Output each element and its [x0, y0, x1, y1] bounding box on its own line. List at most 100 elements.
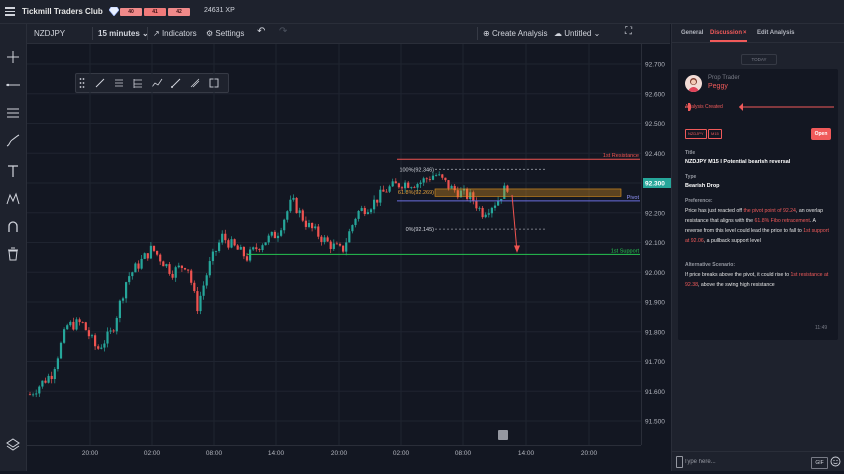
tab-discussion[interactable]: Discussion [710, 30, 742, 36]
candle-body [484, 214, 487, 218]
candle-body [298, 210, 301, 214]
create-analysis-button[interactable]: ⊕ Create Analysis [483, 29, 548, 38]
undo-icon[interactable]: ↶ [257, 26, 265, 37]
brush-icon[interactable] [4, 132, 22, 150]
plus-icon: ⊕ [483, 29, 490, 38]
candle-body [72, 321, 75, 330]
fib-618-label: 61.8%(92.269) [398, 190, 434, 196]
candle-body [493, 205, 497, 208]
candle-body [478, 207, 481, 209]
time-tick-label: 20:00 [581, 450, 598, 457]
layers-icon[interactable] [4, 436, 22, 454]
trash-icon[interactable] [4, 245, 22, 263]
candle-body [94, 335, 97, 347]
author-name[interactable]: Peggy [708, 83, 728, 90]
chart-canvas[interactable]: 1st Resistance Pivot 1st Support 100%(92.34… [27, 44, 641, 445]
preference-label: Preference: [685, 198, 713, 204]
candle-body [388, 186, 391, 192]
title-label: Title [685, 150, 696, 156]
interval-selector[interactable]: 15 minutes ⌄ [98, 29, 149, 38]
candle-body [125, 282, 128, 299]
close-icon[interactable]: × [743, 30, 747, 36]
projection-arrowhead [514, 245, 520, 253]
candle-body [435, 175, 438, 176]
candle-body [351, 225, 354, 232]
price-tick-label: 92.700 [645, 62, 665, 69]
time-tick-label: 08:00 [206, 450, 223, 457]
indicators-icon: ↗ [153, 29, 160, 38]
candle-body [171, 273, 174, 278]
open-button[interactable]: Open [811, 128, 831, 140]
tab-edit-analysis[interactable]: Edit Analysis [757, 30, 794, 36]
tab-general[interactable]: General [681, 30, 703, 36]
price-axis-canvas[interactable]: 92.700 92.600 92.500 92.400 92.300 92.200 92.1… [642, 44, 671, 445]
magnet-icon[interactable] [4, 218, 22, 236]
candle-body [28, 394, 32, 396]
attach-icon[interactable] [676, 456, 683, 468]
reply-input[interactable] [684, 456, 804, 468]
price-chart[interactable]: 1st Resistance Pivot 1st Support 100%(92.34… [27, 44, 641, 445]
candle-body [165, 264, 168, 267]
gear-icon: ⚙ [206, 29, 214, 38]
candle-body [385, 191, 388, 193]
menu-icon[interactable] [5, 7, 15, 16]
candle-body [428, 179, 431, 180]
candle-body [419, 182, 422, 185]
price-tick-label: 91.600 [645, 389, 665, 396]
indicators-button[interactable]: ↗ Indicators [153, 29, 197, 38]
candle-body [90, 335, 94, 337]
price-tick-label: 92.500 [645, 121, 665, 128]
candle-body [183, 268, 187, 270]
club-name[interactable]: Tickmill Traders Club [22, 7, 103, 16]
candle-body [425, 178, 428, 180]
xp-bar: 40 [120, 8, 142, 16]
pivot-label: Pivot [627, 195, 640, 201]
time-tick-label: 02:00 [144, 450, 161, 457]
resistance-label: 1st Resistance [603, 153, 639, 159]
gif-button[interactable]: GIF [811, 457, 828, 469]
candle-body [131, 272, 134, 277]
candle-body [106, 331, 109, 344]
candle-body [270, 231, 273, 236]
crosshair-icon[interactable] [4, 48, 22, 66]
candle-body [32, 394, 35, 396]
current-price-label: 92.300 [645, 181, 665, 188]
fib-618-zone [434, 188, 622, 197]
candle-body [441, 174, 444, 178]
candle-body [177, 265, 180, 268]
candle-body [152, 245, 156, 251]
trend-line-icon[interactable] [4, 76, 22, 94]
layout-selector[interactable]: ☁ Untitled ⌄ [554, 29, 600, 38]
candle-body [53, 369, 56, 380]
divider [477, 27, 478, 40]
price-tick-label: 91.800 [645, 329, 665, 336]
settings-button[interactable]: ⚙ Settings [206, 29, 244, 38]
analysis-message: Prop Trader Peggy Analysis Created NZDJP… [678, 69, 838, 340]
drawing-toolbar [0, 24, 27, 471]
candle-body [301, 210, 304, 221]
parallel-lines-icon[interactable] [4, 104, 22, 122]
time-axis-canvas[interactable]: 20:00 02:00 08:00 14:00 20:00 02:00 08:00 14:00… [27, 446, 641, 472]
candle-body [38, 386, 41, 394]
time-axis[interactable]: 20:00 02:00 08:00 14:00 20:00 02:00 08:00 14:00… [27, 445, 641, 472]
candle-body [187, 269, 190, 271]
text-icon[interactable] [4, 162, 22, 180]
pattern-icon[interactable] [4, 190, 22, 208]
candle-body [128, 276, 131, 283]
candle-body [335, 243, 338, 245]
divider [92, 27, 93, 40]
symbol-selector[interactable]: NZDJPY [34, 29, 65, 38]
candle-body [283, 219, 286, 231]
redo-icon[interactable]: ↷ [279, 26, 287, 37]
candle-body [481, 207, 484, 218]
cloud-icon: ☁ [554, 29, 562, 38]
analysis-title: NZDJPY M15 I Potential bearish reversal [685, 159, 791, 165]
candle-body [280, 230, 283, 236]
fullscreen-icon[interactable]: ⛶ [625, 26, 632, 37]
emoji-icon[interactable] [830, 456, 841, 467]
scroll-to-realtime-button [498, 430, 508, 440]
candle-body [134, 263, 137, 273]
candle-body [112, 330, 115, 332]
price-axis[interactable]: 92.700 92.600 92.500 92.400 92.300 92.200 92.1… [641, 44, 671, 445]
candle-body [143, 253, 146, 259]
